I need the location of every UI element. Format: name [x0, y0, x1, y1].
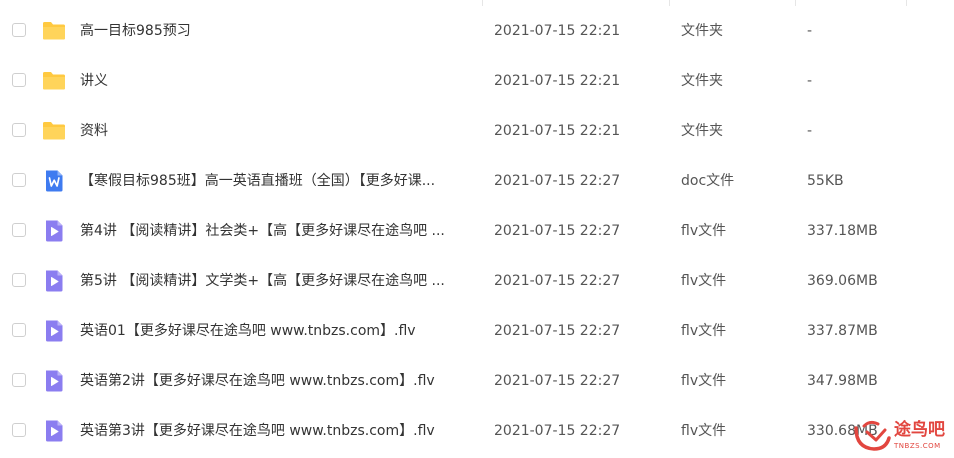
video-file-icon	[46, 370, 63, 392]
file-row[interactable]: 英语第2讲【更多好课尽在途鸟吧 www.tnbzs.com】.flv 2021-…	[0, 356, 954, 406]
file-type: 文件夹	[681, 123, 723, 139]
folder-icon	[43, 22, 65, 40]
file-type: flv文件	[681, 223, 727, 239]
row-checkbox[interactable]	[12, 423, 26, 437]
file-name[interactable]: 高一目标985预习	[80, 22, 191, 40]
file-row[interactable]: 第4讲 【阅读精讲】社会类+【高【更多好课尽在途鸟吧 ... 2021-07-1…	[0, 206, 954, 256]
file-date: 2021-07-15 22:27	[494, 273, 621, 289]
file-date: 2021-07-15 22:21	[494, 23, 621, 39]
folder-icon	[43, 72, 65, 90]
file-date: 2021-07-15 22:21	[494, 73, 621, 89]
tuniaoba-logo-icon	[854, 420, 891, 451]
file-type: flv文件	[681, 373, 727, 389]
file-size: 55KB	[807, 173, 844, 189]
file-type: flv文件	[681, 273, 727, 289]
row-checkbox[interactable]	[12, 373, 26, 387]
file-row[interactable]: 英语01【更多好课尽在途鸟吧 www.tnbzs.com】.flv 2021-0…	[0, 306, 954, 356]
file-type: 文件夹	[681, 73, 723, 89]
watermark-subtext: TNBZS.COM	[894, 442, 941, 450]
file-row[interactable]: 第5讲 【阅读精讲】文学类+【高【更多好课尽在途鸟吧 ... 2021-07-1…	[0, 256, 954, 306]
row-checkbox[interactable]	[12, 173, 26, 187]
file-name[interactable]: 【寒假目标985班】高一英语直播班（全国）【更多好课...	[80, 172, 435, 190]
file-date: 2021-07-15 22:27	[494, 423, 621, 439]
file-date: 2021-07-15 22:27	[494, 173, 621, 189]
file-name[interactable]: 资料	[80, 122, 108, 140]
file-date: 2021-07-15 22:27	[494, 223, 621, 239]
file-date: 2021-07-15 22:21	[494, 123, 621, 139]
row-checkbox[interactable]	[12, 323, 26, 337]
file-date: 2021-07-15 22:27	[494, 323, 621, 339]
watermark-text: 途鸟吧	[894, 420, 945, 440]
file-name[interactable]: 讲义	[80, 72, 108, 90]
video-file-icon	[46, 270, 63, 292]
file-row[interactable]: 【寒假目标985班】高一英语直播班（全国）【更多好课... 2021-07-15…	[0, 156, 954, 206]
row-checkbox[interactable]	[12, 73, 26, 87]
file-name[interactable]: 英语第3讲【更多好课尽在途鸟吧 www.tnbzs.com】.flv	[80, 422, 435, 440]
file-row[interactable]: 英语第3讲【更多好课尽在途鸟吧 www.tnbzs.com】.flv 2021-…	[0, 406, 954, 456]
row-checkbox[interactable]	[12, 123, 26, 137]
file-size: 337.87MB	[807, 323, 878, 339]
file-size: -	[807, 23, 813, 39]
file-name[interactable]: 英语第2讲【更多好课尽在途鸟吧 www.tnbzs.com】.flv	[80, 372, 435, 390]
file-row[interactable]: 高一目标985预习 2021-07-15 22:21 文件夹 -	[0, 6, 954, 56]
file-row[interactable]: 讲义 2021-07-15 22:21 文件夹 -	[0, 56, 954, 106]
file-list: 高一目标985预习 2021-07-15 22:21 文件夹 - 讲义 2021…	[0, 6, 954, 456]
row-checkbox[interactable]	[12, 23, 26, 37]
file-name[interactable]: 第5讲 【阅读精讲】文学类+【高【更多好课尽在途鸟吧 ...	[80, 272, 445, 290]
file-size: 337.18MB	[807, 223, 878, 239]
file-size: -	[807, 123, 813, 139]
word-doc-icon	[46, 170, 63, 192]
file-row[interactable]: 资料 2021-07-15 22:21 文件夹 -	[0, 106, 954, 156]
file-size: -	[807, 73, 813, 89]
file-type: 文件夹	[681, 23, 723, 39]
file-type: doc文件	[681, 173, 735, 189]
folder-icon	[43, 122, 65, 140]
file-size: 369.06MB	[807, 273, 878, 289]
row-checkbox[interactable]	[12, 223, 26, 237]
file-name[interactable]: 第4讲 【阅读精讲】社会类+【高【更多好课尽在途鸟吧 ...	[80, 222, 445, 240]
file-name[interactable]: 英语01【更多好课尽在途鸟吧 www.tnbzs.com】.flv	[80, 322, 416, 340]
file-size: 347.98MB	[807, 373, 878, 389]
watermark: 途鸟吧 TNBZS.COM	[852, 416, 952, 456]
row-checkbox[interactable]	[12, 273, 26, 287]
file-type: flv文件	[681, 423, 727, 439]
video-file-icon	[46, 220, 63, 242]
video-file-icon	[46, 320, 63, 342]
file-date: 2021-07-15 22:27	[494, 373, 621, 389]
file-type: flv文件	[681, 323, 727, 339]
video-file-icon	[46, 420, 63, 442]
